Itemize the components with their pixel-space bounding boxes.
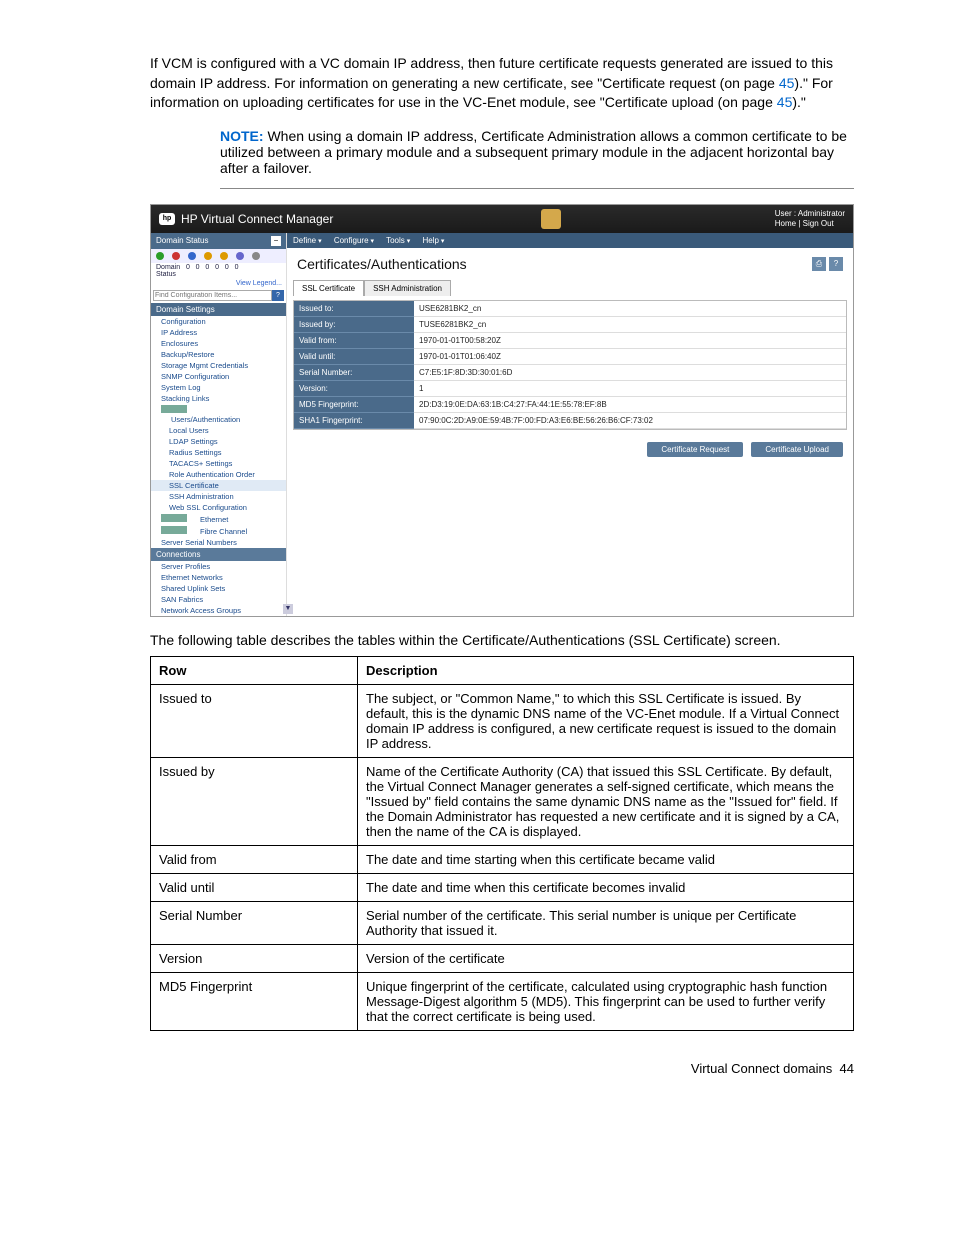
lbl-md5: MD5 Fingerprint: [294, 397, 414, 413]
note-block: NOTE: When using a domain IP address, Ce… [220, 128, 854, 189]
table-row: Valid untilThe date and time when this c… [151, 873, 854, 901]
nav-ssh-admin[interactable]: SSH Administration [151, 491, 286, 502]
nav-server-serials[interactable]: Server Serial Numbers [151, 537, 286, 548]
nav-web-ssl[interactable]: Web SSL Configuration [151, 502, 286, 513]
certificate-upload-button[interactable]: Certificate Upload [751, 442, 843, 457]
page-ref-2[interactable]: 45 [777, 94, 793, 110]
nav-local-users[interactable]: Local Users [151, 425, 286, 436]
page-footer: Virtual Connect domains 44 [150, 1061, 854, 1076]
page-title: Certificates/Authentications [297, 256, 467, 272]
nav-fibre-channel[interactable]: Fibre Channel [151, 525, 286, 537]
val-serial: C7:E5:1F:8D:3D:30:01:6D [414, 365, 846, 381]
intro-paragraph: If VCM is configured with a VC domain IP… [150, 54, 854, 113]
nav-storage-creds[interactable]: Storage Mgmt Credentials [151, 360, 286, 371]
val-version: 1 [414, 381, 846, 397]
nav-configuration[interactable]: Configuration [151, 316, 286, 327]
nav-stacking-links[interactable]: Stacking Links [151, 393, 286, 404]
lbl-version: Version: [294, 381, 414, 397]
description-table: Row Description Issued toThe subject, or… [150, 656, 854, 1031]
menubar: Define Configure Tools Help [287, 233, 853, 248]
domain-status-header: Domain Status − [151, 233, 286, 249]
val-md5: 2D:D3:19:0E:DA:63:1B:C4:27:FA:44:1E:55:7… [414, 397, 846, 413]
main-panel: Define Configure Tools Help Certificates… [287, 233, 853, 616]
nav-tacacs[interactable]: TACACS+ Settings [151, 458, 286, 469]
col-description: Description [358, 656, 854, 684]
note-label: NOTE: [220, 128, 264, 144]
connections-header: Connections [151, 548, 286, 561]
val-issued-to: USE6281BK2_cn [414, 301, 846, 317]
help-icon[interactable]: ? [829, 257, 843, 271]
table-row: Issued toThe subject, or "Common Name," … [151, 684, 854, 757]
nav-backup-restore[interactable]: Backup/Restore [151, 349, 286, 360]
titlebar: hp HP Virtual Connect Manager User : Adm… [151, 205, 853, 233]
status-warn-icon [204, 252, 212, 260]
nav-radius[interactable]: Radius Settings [151, 447, 286, 458]
lbl-issued-by: Issued by: [294, 317, 414, 333]
nav-ethernet-networks[interactable]: Ethernet Networks [151, 572, 286, 583]
status-warn2-icon [220, 252, 228, 260]
status-critical-icon [172, 252, 180, 260]
nav-role-auth-order[interactable]: Role Authentication Order [151, 469, 286, 480]
search-button[interactable]: ? [272, 290, 284, 301]
note-text: When using a domain IP address, Certific… [220, 128, 847, 176]
collapse-icon[interactable]: − [271, 236, 281, 246]
lbl-serial: Serial Number: [294, 365, 414, 381]
view-legend-link[interactable]: View Legend... [151, 279, 286, 288]
lbl-valid-from: Valid from: [294, 333, 414, 349]
home-link[interactable]: Home [775, 219, 796, 228]
status-other-icon [236, 252, 244, 260]
screenshot-hp-vcm: hp HP Virtual Connect Manager User : Adm… [150, 204, 854, 617]
nav-ldap[interactable]: LDAP Settings [151, 436, 286, 447]
menu-configure[interactable]: Configure [334, 236, 374, 245]
nav-network-access-groups[interactable]: Network Access Groups [151, 605, 286, 616]
tab-ssl-certificate[interactable]: SSL Certificate [293, 280, 364, 296]
nav-enclosures[interactable]: Enclosures [151, 338, 286, 349]
table-row: VersionVersion of the certificate [151, 944, 854, 972]
sidebar: Domain Status − Domain 0 0 0 0 0 0Status… [151, 233, 287, 616]
hp-logo-icon: hp [159, 213, 175, 225]
menu-tools[interactable]: Tools [386, 236, 410, 245]
nav-snmp[interactable]: SNMP Configuration [151, 371, 286, 382]
col-row: Row [151, 656, 358, 684]
nav-server-profiles[interactable]: Server Profiles [151, 561, 286, 572]
table-row: Issued byName of the Certificate Authori… [151, 757, 854, 845]
nav-shared-uplink[interactable]: Shared Uplink Sets [151, 583, 286, 594]
table-row: MD5 FingerprintUnique fingerprint of the… [151, 972, 854, 1030]
nav-san-fabrics[interactable]: SAN Fabrics [151, 594, 286, 605]
scroll-down-icon[interactable]: ▼ [283, 604, 293, 614]
certificate-details-table: Issued to:USE6281BK2_cn Issued by:TUSE62… [293, 300, 847, 430]
table-row: Serial NumberSerial number of the certif… [151, 901, 854, 944]
table-intro-text: The following table describes the tables… [150, 632, 854, 648]
nav-ip-address[interactable]: IP Address [151, 327, 286, 338]
nav-ethernet[interactable]: Ethernet [151, 513, 286, 525]
nav-system-log[interactable]: System Log [151, 382, 286, 393]
status-ok-icon [156, 252, 164, 260]
domain-settings-header: Domain Settings [151, 303, 286, 316]
lbl-sha1: SHA1 Fingerprint: [294, 413, 414, 429]
val-valid-until: 1970-01-01T01:06:40Z [414, 349, 846, 365]
nav-users-auth[interactable]: Users/Authentication [151, 404, 286, 425]
status-info-icon [188, 252, 196, 260]
lbl-valid-until: Valid until: [294, 349, 414, 365]
val-valid-from: 1970-01-01T00:58:20Z [414, 333, 846, 349]
val-sha1: 07:90:0C:2D:A9:0E:59:4B:7F:00:FD:A3:E6:B… [414, 413, 846, 429]
menu-define[interactable]: Define [293, 236, 322, 245]
domain-status-line: Domain 0 0 0 0 0 0Status [151, 263, 286, 279]
user-info: User : Administrator Home | Sign Out [775, 209, 845, 228]
nav-ssl-certificate[interactable]: SSL Certificate [151, 480, 286, 491]
print-icon[interactable]: ⎙ [812, 257, 826, 271]
table-row: Valid fromThe date and time starting whe… [151, 845, 854, 873]
search-input[interactable] [153, 290, 272, 301]
tab-ssh-administration[interactable]: SSH Administration [364, 280, 451, 296]
menu-help[interactable]: Help [422, 236, 444, 245]
signout-link[interactable]: Sign Out [803, 219, 834, 228]
status-icons-row [151, 249, 286, 263]
lbl-issued-to: Issued to: [294, 301, 414, 317]
status-unknown-icon [252, 252, 260, 260]
certificate-request-button[interactable]: Certificate Request [647, 442, 743, 457]
decorative-gold-icon [541, 209, 561, 229]
val-issued-by: TUSE6281BK2_cn [414, 317, 846, 333]
page-ref-1[interactable]: 45 [779, 75, 795, 91]
app-title: HP Virtual Connect Manager [181, 212, 333, 226]
